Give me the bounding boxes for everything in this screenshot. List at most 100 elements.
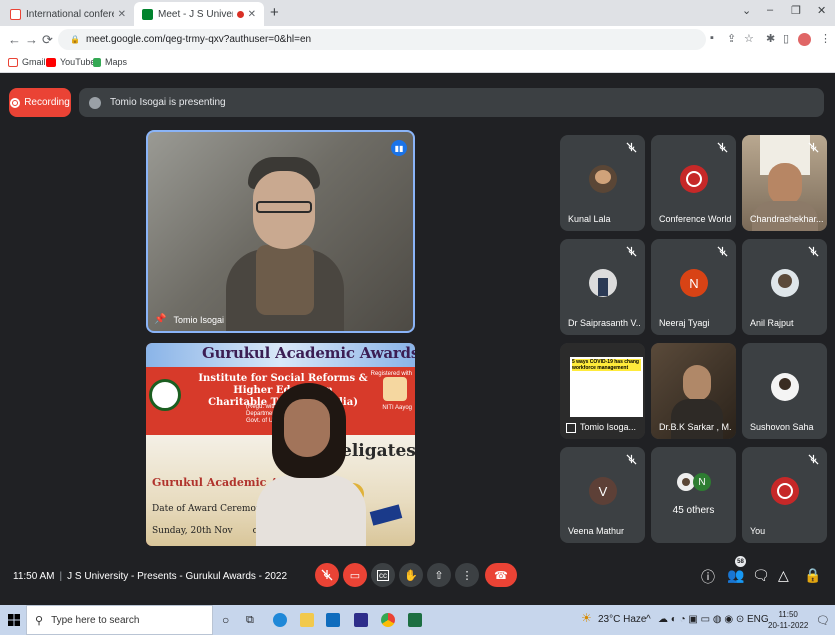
tab-meet[interactable]: Meet - J S University - Prese ✕: [134, 2, 264, 26]
bookmark-label: YouTube: [60, 57, 96, 67]
windows-start-icon[interactable]: [8, 614, 20, 626]
forward-icon[interactable]: →: [25, 32, 38, 47]
excel-icon[interactable]: [408, 613, 422, 627]
participant-tile[interactable]: N Neeraj Tyagi: [651, 239, 736, 335]
participant-tile[interactable]: 5 ways COVID-19 has chang workforce mana…: [560, 343, 645, 439]
participant-tile[interactable]: V Veena Mathur: [560, 447, 645, 543]
sidepanel-icon[interactable]: ▯: [783, 32, 789, 45]
weather-icon: ☀: [581, 611, 592, 625]
main-speaker-video[interactable]: ▮▮ 📌 Tomio Isogai: [146, 130, 415, 333]
taskbar-clock[interactable]: 11:50 20-11-2022: [768, 609, 808, 631]
mic-off-icon: [626, 454, 637, 465]
activities-icon[interactable]: △: [778, 567, 789, 584]
task-view-icon[interactable]: ⧉: [246, 614, 254, 627]
bookmark-gmail[interactable]: Gmail: [8, 57, 46, 67]
participant-name: Chandrashekhar...: [750, 214, 823, 224]
pin-icon[interactable]: 📌: [154, 314, 166, 325]
avatar: [771, 477, 799, 505]
bookmark-star-icon[interactable]: ☆: [744, 32, 754, 45]
tab-close-icon[interactable]: ✕: [118, 9, 126, 20]
minimize-button[interactable]: –: [767, 4, 773, 16]
others-tile[interactable]: N 45 others: [651, 447, 736, 543]
separator: |: [59, 571, 63, 582]
participant-name: Anil Rajput: [750, 318, 794, 328]
profile-avatar[interactable]: [798, 33, 811, 46]
participant-tile-self[interactable]: You: [742, 447, 827, 543]
participant-tile[interactable]: Dr Saiprasanth V...: [560, 239, 645, 335]
mail-icon[interactable]: [326, 613, 340, 627]
institute-logo: [149, 379, 181, 411]
participant-tile[interactable]: Kunal Lala: [560, 135, 645, 231]
participant-tile[interactable]: Dr.B.K Sarkar , M...: [651, 343, 736, 439]
avatar: [589, 269, 617, 297]
meet-icon: [142, 8, 153, 20]
maximize-button[interactable]: ❐: [791, 4, 801, 17]
address-bar: ← → ⟳ 🔒 meet.google.com/qeg-trmy-qxv?aut…: [0, 26, 835, 53]
tray-chevron-icon[interactable]: ^: [646, 614, 651, 625]
mic-toggle-button[interactable]: [315, 563, 339, 587]
leave-call-button[interactable]: ☎: [485, 563, 517, 587]
camera-off-icon: ▭: [349, 569, 361, 582]
present-icon: ⇧: [434, 569, 444, 582]
bookmark-maps[interactable]: Maps: [93, 57, 127, 67]
avatar: N: [680, 269, 708, 297]
notifications-icon[interactable]: 🗨: [816, 614, 830, 627]
back-icon[interactable]: ←: [8, 32, 21, 47]
maps-icon: [93, 57, 101, 67]
close-window-button[interactable]: ✕: [817, 4, 826, 17]
mic-off-icon: [717, 246, 728, 257]
browser-tab-strip: International conference Mail ✕ Meet - J…: [0, 0, 835, 26]
url-field[interactable]: 🔒 meet.google.com/qeg-trmy-qxv?authuser=…: [58, 29, 706, 50]
participant-tile[interactable]: Conference World: [651, 135, 736, 231]
weather-text[interactable]: 23°C Haze: [598, 614, 646, 625]
chat-icon[interactable]: 🗨: [752, 567, 770, 584]
clock-date: 20-11-2022: [768, 621, 809, 630]
edge-icon[interactable]: [273, 613, 287, 627]
info-icon[interactable]: ⓘ: [701, 567, 715, 587]
recording-label: Recording: [24, 97, 70, 108]
avatar: [771, 269, 799, 297]
chrome-icon[interactable]: [381, 613, 395, 627]
camera-icon[interactable]: ▪: [710, 32, 714, 44]
bookmark-youtube[interactable]: YouTube: [46, 57, 95, 67]
camera-toggle-button[interactable]: ▭: [343, 563, 367, 587]
new-tab-button[interactable]: +: [270, 4, 279, 21]
reload-icon[interactable]: ⟳: [42, 32, 53, 48]
participant-name: Dr Saiprasanth V...: [568, 318, 641, 328]
people-icon[interactable]: 👥: [727, 567, 744, 584]
taskbar-search-input[interactable]: ⚲ Type here to search: [26, 605, 213, 635]
raise-hand-button[interactable]: ✋: [399, 563, 423, 587]
record-icon: [10, 97, 21, 108]
captions-button[interactable]: cc: [371, 563, 395, 587]
host-controls-icon[interactable]: 🔒: [804, 567, 821, 584]
participant-name: Sushovon Saha: [750, 422, 814, 432]
mini-slide-line2: workforce management: [572, 365, 641, 371]
tray-icons[interactable]: ☁ ◐ ◔ ▣ ▭ ◍ ◉ ⊙: [658, 614, 744, 625]
participant-tile[interactable]: Anil Rajput: [742, 239, 827, 335]
participant-tile[interactable]: Sushovon Saha: [742, 343, 827, 439]
recording-indicator[interactable]: Recording: [9, 88, 71, 117]
captions-icon: cc: [377, 569, 389, 581]
more-options-button[interactable]: ⋮: [455, 563, 479, 587]
app-icon[interactable]: [354, 613, 368, 627]
extensions-icon[interactable]: ✱: [766, 32, 775, 45]
tab-search-icon[interactable]: ⌄: [742, 4, 751, 17]
menu-dots-icon[interactable]: ⋮: [820, 32, 831, 45]
mic-off-icon: [717, 142, 728, 153]
file-explorer-icon[interactable]: [300, 613, 314, 627]
tab-close-icon[interactable]: ✕: [248, 9, 256, 20]
participant-tile[interactable]: Chandrashekhar...: [742, 135, 827, 231]
participant-name: Kunal Lala: [568, 214, 611, 224]
url-text: meet.google.com/qeg-trmy-qxv?authuser=0&…: [85, 34, 312, 45]
tab-gmail[interactable]: International conference Mail ✕: [2, 2, 134, 26]
share-icon[interactable]: ⇪: [727, 32, 736, 45]
meeting-time: 11:50 AM: [13, 571, 55, 582]
cortana-icon[interactable]: ○: [222, 613, 229, 627]
language-indicator[interactable]: ENG: [747, 614, 769, 625]
search-placeholder: Type here to search: [51, 614, 140, 626]
bookmarks-bar: Gmail YouTube Maps: [0, 53, 835, 73]
others-label: 45 others: [672, 505, 715, 516]
present-button[interactable]: ⇧: [427, 563, 451, 587]
speaker-name: Tomio Isogai: [173, 314, 224, 325]
slide-title: Gurukul Academic Awards-2022: [202, 344, 415, 362]
